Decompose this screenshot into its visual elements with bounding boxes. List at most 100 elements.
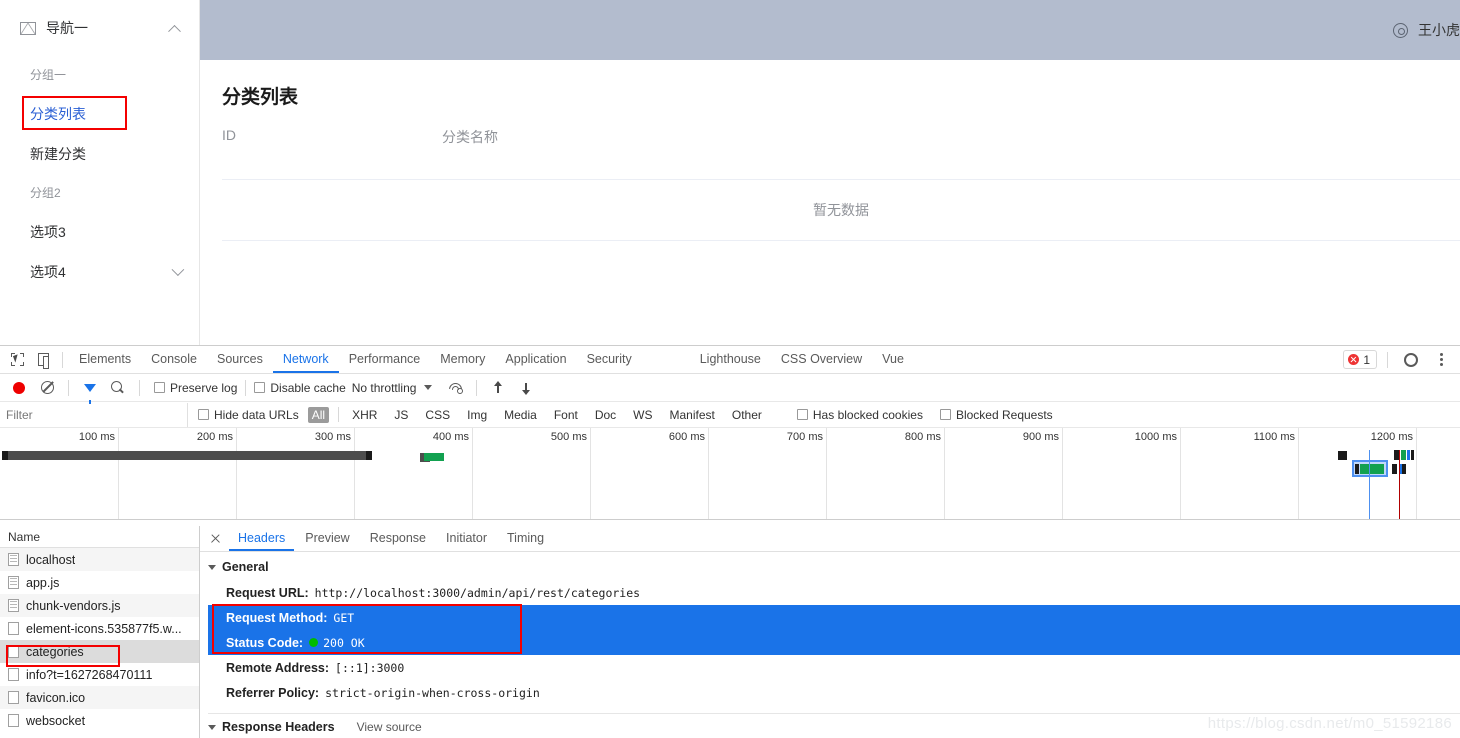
tab-vue[interactable]: Vue bbox=[872, 346, 914, 373]
request-row-favicon[interactable]: favicon.ico bbox=[0, 686, 199, 709]
response-headers-section-header[interactable]: Response Headers View source bbox=[208, 720, 1460, 734]
request-name: element-icons.535877f5.w... bbox=[26, 621, 182, 636]
request-row-element-icons[interactable]: element-icons.535877f5.w... bbox=[0, 617, 199, 640]
resource-type-other[interactable]: Other bbox=[728, 407, 766, 423]
filter-divider bbox=[338, 407, 340, 422]
wifi-settings-icon[interactable] bbox=[442, 375, 468, 401]
inspect-element-icon[interactable] bbox=[4, 347, 30, 373]
generic-file-icon bbox=[8, 714, 19, 727]
request-row-categories[interactable]: categories bbox=[0, 640, 199, 663]
detail-tab-preview[interactable]: Preview bbox=[296, 526, 358, 551]
error-circle-icon bbox=[1348, 354, 1360, 365]
request-name: app.js bbox=[26, 575, 60, 590]
checkbox-box bbox=[198, 409, 209, 420]
category-table: ID 分类名称 操作 暂无数据 bbox=[222, 127, 1460, 241]
error-count-label: 1 bbox=[1363, 352, 1370, 367]
request-row-localhost[interactable]: localhost bbox=[0, 548, 199, 571]
header-value: [::1]:3000 bbox=[335, 660, 405, 675]
device-toolbar-icon[interactable] bbox=[30, 347, 56, 373]
request-row-websocket[interactable]: websocket bbox=[0, 709, 199, 732]
tab-network[interactable]: Network bbox=[272, 346, 339, 373]
detail-tab-initiator[interactable]: Initiator bbox=[437, 526, 496, 551]
sidebar-item-category-list[interactable]: 分类列表 bbox=[0, 94, 199, 134]
has-blocked-cookies-checkbox[interactable]: Has blocked cookies bbox=[796, 408, 923, 422]
tab-performance[interactable]: Performance bbox=[339, 346, 431, 373]
general-section-title: General bbox=[222, 560, 269, 574]
sidebar-item-option3[interactable]: 选项3 bbox=[0, 212, 199, 252]
tab-security[interactable]: Security bbox=[577, 346, 642, 373]
detail-tab-response[interactable]: Response bbox=[361, 526, 435, 551]
network-toolbar-divider-2 bbox=[139, 379, 140, 396]
waterfall-selected-request-highlight[interactable] bbox=[1352, 460, 1388, 477]
resource-type-manifest[interactable]: Manifest bbox=[666, 407, 719, 423]
toolbar-divider bbox=[62, 351, 63, 368]
gear-icon[interactable] bbox=[1393, 22, 1408, 38]
tab-application[interactable]: Application bbox=[495, 346, 576, 373]
header-row-referrer-policy: Referrer Policy: strict-origin-when-cros… bbox=[208, 680, 1460, 705]
tab-elements[interactable]: Elements bbox=[69, 346, 141, 373]
disable-cache-checkbox[interactable]: Disable cache bbox=[254, 381, 346, 395]
tab-css-overview[interactable]: CSS Overview bbox=[771, 346, 872, 373]
view-source-link[interactable]: View source bbox=[357, 720, 422, 734]
request-row-info[interactable]: info?t=1627268470111 bbox=[0, 663, 199, 686]
table-bottom-divider bbox=[222, 240, 1460, 241]
resource-type-xhr[interactable]: XHR bbox=[348, 407, 381, 423]
disclosure-triangle-icon bbox=[208, 564, 216, 570]
search-icon[interactable] bbox=[105, 375, 131, 401]
kebab-menu-icon[interactable] bbox=[1428, 347, 1454, 373]
blocked-requests-checkbox[interactable]: Blocked Requests bbox=[939, 408, 1053, 422]
table-column-id: ID bbox=[222, 127, 236, 143]
resource-type-ws[interactable]: WS bbox=[629, 407, 656, 423]
tab-lighthouse[interactable]: Lighthouse bbox=[690, 346, 771, 373]
throttling-select[interactable]: No throttling bbox=[352, 381, 417, 395]
general-section-header[interactable]: General bbox=[208, 560, 1460, 574]
sidebar-item-new-category[interactable]: 新建分类 bbox=[0, 134, 199, 174]
upload-arrow-icon[interactable] bbox=[485, 375, 511, 401]
preserve-log-checkbox[interactable]: Preserve log bbox=[154, 381, 237, 395]
filter-input[interactable] bbox=[0, 402, 188, 427]
request-row-app-js[interactable]: app.js bbox=[0, 571, 199, 594]
hide-data-urls-checkbox[interactable]: Hide data URLs bbox=[198, 408, 299, 422]
close-icon[interactable] bbox=[206, 530, 224, 548]
tab-console[interactable]: Console bbox=[141, 346, 207, 373]
tick-800ms: 800 ms bbox=[905, 428, 945, 519]
error-count-badge[interactable]: 1 bbox=[1343, 350, 1377, 369]
detail-tab-headers[interactable]: Headers bbox=[229, 526, 295, 551]
tab-sources[interactable]: Sources bbox=[207, 346, 273, 373]
resource-type-all[interactable]: All bbox=[307, 406, 330, 423]
status-code-text: 200 OK bbox=[323, 635, 365, 650]
clear-icon[interactable] bbox=[34, 375, 60, 401]
request-row-chunk-vendors-js[interactable]: chunk-vendors.js bbox=[0, 594, 199, 617]
record-icon[interactable] bbox=[6, 375, 32, 401]
download-arrow-icon[interactable] bbox=[513, 375, 539, 401]
web-application: 导航一 分组一 分类列表 新建分类 分组2 选项3 选项4 王小虎 分类列表 I… bbox=[0, 0, 1460, 345]
tab-memory[interactable]: Memory bbox=[430, 346, 495, 373]
tabbar-right-divider bbox=[1387, 351, 1388, 368]
sidebar-root-nav-item[interactable]: 导航一 bbox=[0, 0, 199, 56]
header-key: Request URL: bbox=[226, 585, 309, 600]
screenshot-root: 导航一 分组一 分类列表 新建分类 分组2 选项3 选项4 王小虎 分类列表 I… bbox=[0, 0, 1460, 738]
response-headers-title: Response Headers bbox=[222, 720, 335, 734]
filter-funnel-icon[interactable] bbox=[77, 375, 103, 404]
detail-tab-timing[interactable]: Timing bbox=[498, 526, 553, 551]
sidebar-item-option4[interactable]: 选项4 bbox=[0, 252, 199, 292]
network-timeline-overview[interactable]: 100 ms 200 ms 300 ms 400 ms 500 ms 600 m… bbox=[0, 428, 1460, 520]
tick-600ms: 600 ms bbox=[669, 428, 709, 519]
tick-400ms: 400 ms bbox=[433, 428, 473, 519]
request-detail-pane: Headers Preview Response Initiator Timin… bbox=[200, 526, 1460, 738]
gear-icon[interactable] bbox=[1398, 347, 1424, 373]
resource-type-media[interactable]: Media bbox=[500, 407, 541, 423]
checkbox-box bbox=[254, 382, 266, 393]
resource-type-img[interactable]: Img bbox=[463, 407, 491, 423]
header-row-request-url: Request URL: http://localhost:3000/admin… bbox=[208, 580, 1460, 605]
resource-type-css[interactable]: CSS bbox=[421, 407, 454, 423]
user-name-label[interactable]: 王小虎 bbox=[1418, 20, 1460, 40]
chevron-up-icon[interactable] bbox=[168, 24, 181, 38]
resource-type-js[interactable]: JS bbox=[390, 407, 412, 423]
chevron-down-icon[interactable] bbox=[424, 385, 433, 390]
resource-type-font[interactable]: Font bbox=[550, 407, 582, 423]
resource-type-doc[interactable]: Doc bbox=[591, 407, 620, 423]
waterfall-bar-asset-1-response bbox=[424, 453, 444, 461]
sidebar-group-title-1: 分组一 bbox=[30, 68, 67, 82]
header-row-remote-address: Remote Address: [::1]:3000 bbox=[208, 655, 1460, 680]
